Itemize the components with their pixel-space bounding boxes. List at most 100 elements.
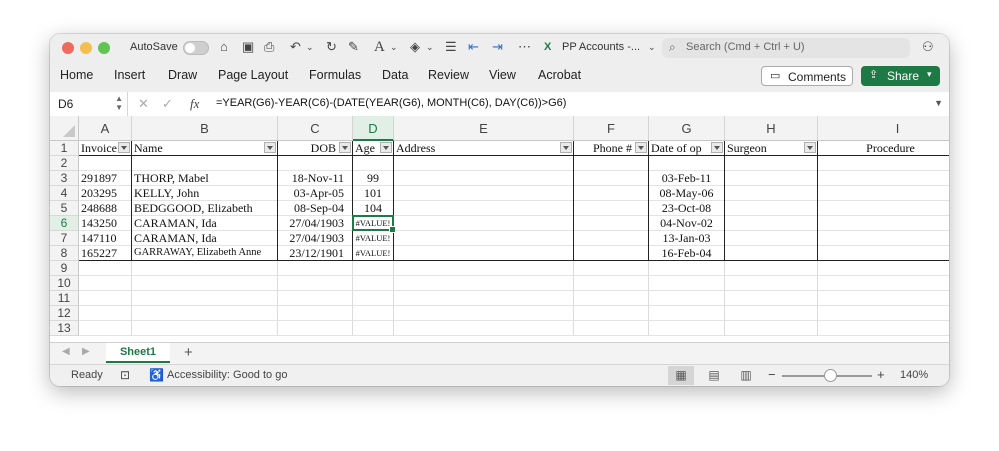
- column-header-g[interactable]: G: [649, 116, 725, 141]
- table-cell[interactable]: [574, 246, 649, 261]
- table-cell[interactable]: 23-Oct-08: [649, 201, 725, 216]
- table-cell[interactable]: [574, 231, 649, 246]
- table-cell[interactable]: [818, 156, 949, 171]
- minimize-window-button[interactable]: [80, 42, 92, 54]
- zoom-in-icon[interactable]: +: [877, 367, 885, 382]
- account-icon[interactable]: ⚇: [922, 39, 934, 55]
- tab-insert[interactable]: Insert: [114, 68, 145, 82]
- sheet-tab-sheet1[interactable]: Sheet1: [106, 343, 170, 363]
- row-header-13[interactable]: 13: [50, 321, 79, 336]
- table-cell[interactable]: 147110: [79, 231, 132, 246]
- table-cell[interactable]: [574, 186, 649, 201]
- fill-color-dropdown-icon[interactable]: ⌄: [426, 39, 434, 55]
- table-cell[interactable]: [278, 261, 353, 276]
- table-cell[interactable]: [818, 246, 949, 261]
- table-header-cell[interactable]: Age: [353, 141, 394, 156]
- zoom-out-icon[interactable]: −: [768, 367, 776, 382]
- tab-data[interactable]: Data: [382, 68, 408, 82]
- table-header-cell[interactable]: Date of op: [649, 141, 725, 156]
- table-cell[interactable]: [394, 156, 574, 171]
- filter-dropdown-icon[interactable]: [635, 142, 647, 153]
- table-cell[interactable]: 18-Nov-11: [278, 171, 353, 186]
- table-cell[interactable]: [649, 156, 725, 171]
- table-cell[interactable]: 27/04/1903: [278, 216, 353, 231]
- search-box[interactable]: ⌕ Search (Cmd + Ctrl + U): [662, 38, 910, 58]
- table-header-cell[interactable]: Surgeon: [725, 141, 818, 156]
- table-header-cell[interactable]: Phone #: [574, 141, 649, 156]
- select-all-corner[interactable]: [50, 116, 79, 141]
- table-cell[interactable]: [278, 321, 353, 336]
- accessibility-status[interactable]: Accessibility: Good to go: [167, 369, 287, 381]
- table-cell[interactable]: [394, 201, 574, 216]
- normal-view-icon[interactable]: ▦: [668, 366, 694, 385]
- table-cell[interactable]: 291897: [79, 171, 132, 186]
- column-header-e[interactable]: E: [394, 116, 574, 141]
- column-header-i[interactable]: I: [818, 116, 949, 141]
- table-cell[interactable]: [394, 246, 574, 261]
- table-cell[interactable]: [574, 291, 649, 306]
- insert-function-icon[interactable]: fx: [190, 96, 199, 112]
- cancel-icon[interactable]: ✕: [138, 96, 149, 112]
- table-cell[interactable]: #VALUE!: [353, 231, 394, 246]
- table-cell[interactable]: [818, 186, 949, 201]
- table-cell[interactable]: [278, 291, 353, 306]
- name-box-stepper-icon[interactable]: ▲ ▼: [115, 94, 123, 112]
- table-cell[interactable]: [353, 276, 394, 291]
- expand-formula-icon[interactable]: ▼: [934, 98, 943, 108]
- column-header-b[interactable]: B: [132, 116, 278, 141]
- filter-dropdown-icon[interactable]: [118, 142, 130, 153]
- table-cell[interactable]: [79, 156, 132, 171]
- prev-sheet-icon[interactable]: ◀: [62, 346, 70, 357]
- table-cell[interactable]: [79, 291, 132, 306]
- next-sheet-icon[interactable]: ▶: [82, 346, 90, 357]
- table-cell[interactable]: [725, 291, 818, 306]
- table-cell[interactable]: [818, 291, 949, 306]
- page-break-view-icon[interactable]: ▥: [733, 366, 759, 385]
- font-color-icon[interactable]: A: [374, 39, 385, 55]
- undo-icon[interactable]: ↶: [290, 39, 301, 55]
- row-header-6[interactable]: 6: [50, 216, 79, 231]
- table-cell[interactable]: [725, 186, 818, 201]
- table-cell[interactable]: [725, 231, 818, 246]
- share-dropdown-icon[interactable]: ▾: [927, 69, 932, 80]
- home-icon[interactable]: ⌂: [220, 39, 228, 55]
- table-cell[interactable]: [649, 261, 725, 276]
- table-cell[interactable]: 27/04/1903: [278, 231, 353, 246]
- table-cell[interactable]: [725, 216, 818, 231]
- filter-dropdown-icon[interactable]: [804, 142, 816, 153]
- table-cell[interactable]: [394, 291, 574, 306]
- table-header-cell[interactable]: Name: [132, 141, 278, 156]
- table-cell[interactable]: [132, 276, 278, 291]
- formula-input[interactable]: =YEAR(G6)-YEAR(C6)-(DATE(YEAR(G6), MONTH…: [216, 97, 566, 109]
- row-header-3[interactable]: 3: [50, 171, 79, 186]
- table-cell[interactable]: [353, 261, 394, 276]
- table-cell[interactable]: 248688: [79, 201, 132, 216]
- column-header-f[interactable]: F: [574, 116, 649, 141]
- document-title[interactable]: PP Accounts -...: [562, 41, 640, 53]
- table-cell[interactable]: [79, 276, 132, 291]
- table-cell[interactable]: [649, 276, 725, 291]
- zoom-level[interactable]: 140%: [900, 369, 928, 381]
- undo-dropdown-icon[interactable]: ⌄: [306, 39, 314, 55]
- print-icon[interactable]: ⎙: [264, 39, 274, 55]
- table-cell[interactable]: 143250: [79, 216, 132, 231]
- table-cell[interactable]: [574, 201, 649, 216]
- table-cell[interactable]: [278, 156, 353, 171]
- table-cell[interactable]: [818, 201, 949, 216]
- insert-cells-icon[interactable]: ⇤: [468, 39, 479, 55]
- table-cell[interactable]: [725, 156, 818, 171]
- table-cell[interactable]: [353, 306, 394, 321]
- form-icon[interactable]: ☰: [445, 39, 457, 55]
- table-cell[interactable]: 203295: [79, 186, 132, 201]
- table-cell[interactable]: 23/12/1901: [278, 246, 353, 261]
- column-header-c[interactable]: C: [278, 116, 353, 141]
- table-cell[interactable]: [79, 306, 132, 321]
- table-cell[interactable]: [394, 231, 574, 246]
- column-header-d[interactable]: D: [353, 116, 394, 141]
- table-cell[interactable]: [394, 216, 574, 231]
- table-cell[interactable]: [649, 306, 725, 321]
- tab-page-layout[interactable]: Page Layout: [218, 68, 288, 82]
- table-cell[interactable]: 08-May-06: [649, 186, 725, 201]
- title-dropdown-icon[interactable]: ⌄: [648, 39, 656, 55]
- row-header-4[interactable]: 4: [50, 186, 79, 201]
